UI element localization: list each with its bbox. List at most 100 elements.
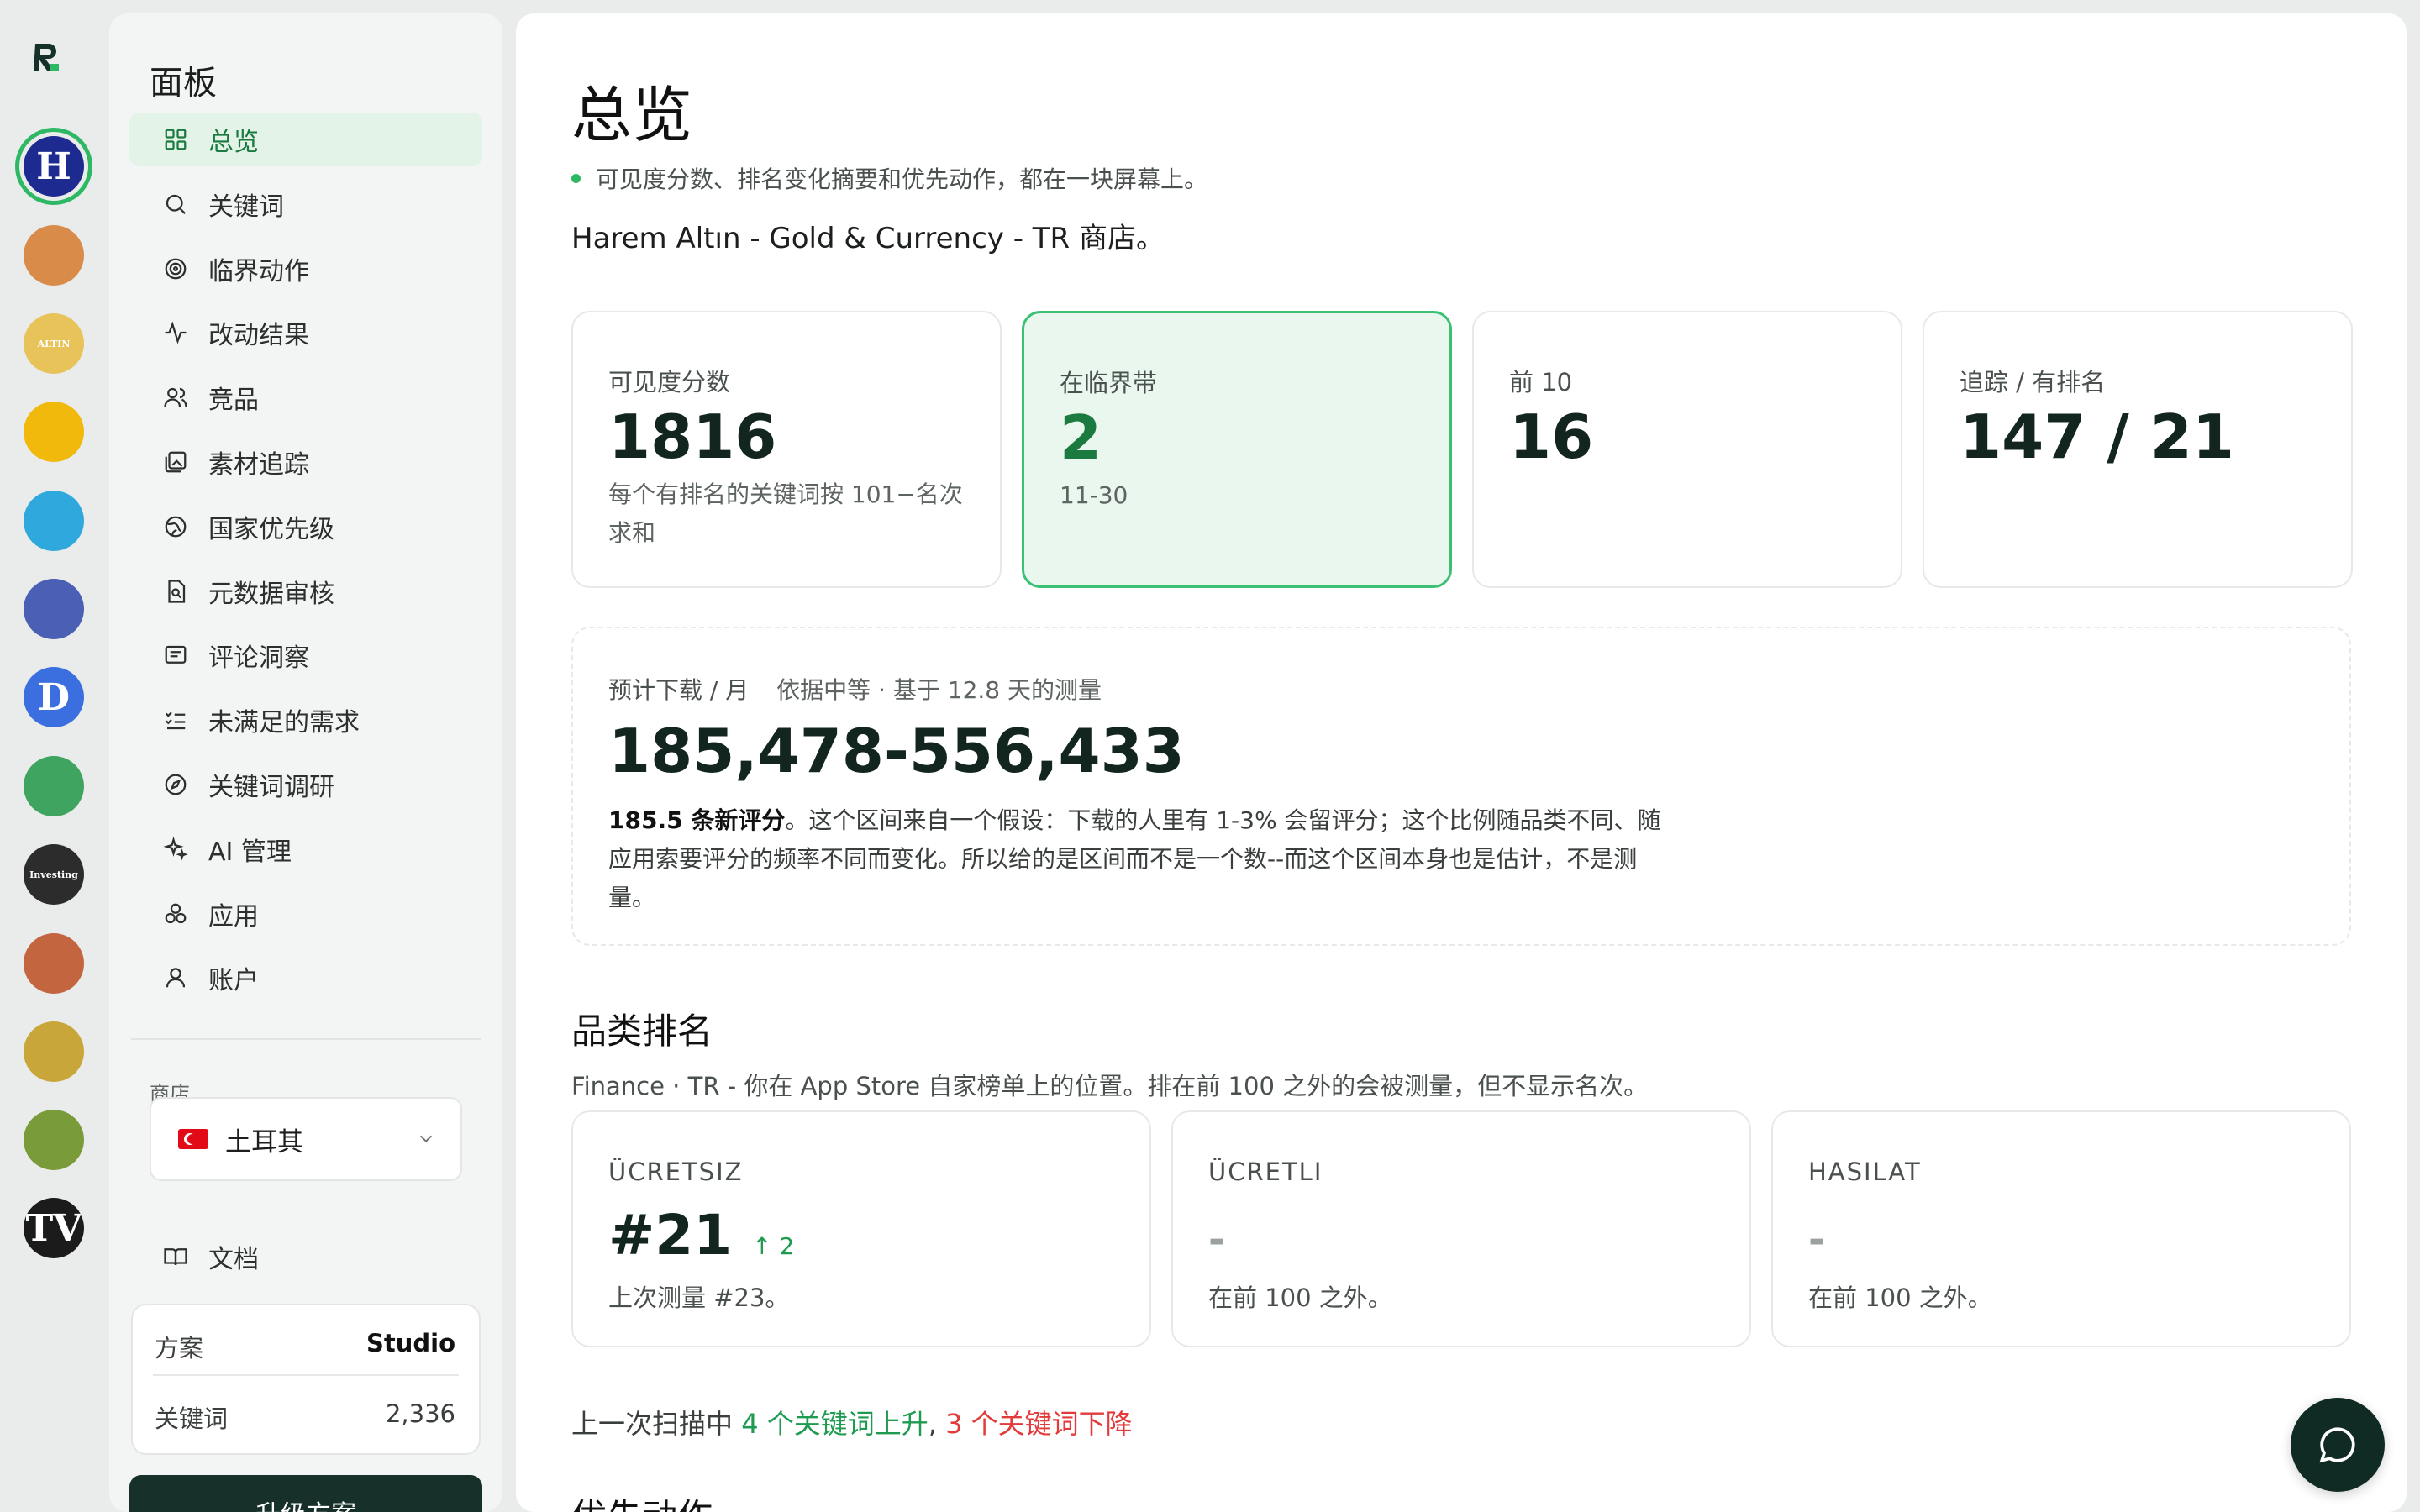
sidebar-item-keyword-research[interactable]: 关键词调研: [129, 758, 482, 811]
chat-bubble-icon: [2319, 1427, 2355, 1463]
sidebar-item-label: 账户: [208, 966, 259, 996]
scan-summary: 上一次扫描中 4 个关键词上升, 3 个关键词下降: [571, 1403, 1133, 1441]
sidebar-item-label: AI 管理: [208, 837, 292, 867]
rail-app-avatar[interactable]: ALTIN: [24, 313, 84, 374]
store-line: Harem Altın - Gold & Currency - TR 商店。: [571, 222, 1165, 255]
target-icon: [163, 256, 188, 281]
rail-app-glyph: D: [37, 675, 71, 719]
rank-label: ÜCRETSIZ: [608, 1158, 744, 1186]
rail-app-glyph: Investing: [29, 869, 78, 880]
sidebar-item-change-results[interactable]: 改动结果: [129, 306, 482, 360]
rail-app-avatar[interactable]: [24, 933, 84, 994]
app-rail: H ALTIN D Investing TV: [0, 0, 109, 1512]
sidebar-item-label: 未满足的需求: [208, 708, 360, 738]
rank-value: -: [1208, 1216, 1225, 1263]
plan-value: Studio: [366, 1329, 455, 1357]
sidebar-item-keywords[interactable]: 关键词: [129, 177, 482, 231]
sidebar-item-metadata-review[interactable]: 元数据审核: [129, 564, 482, 618]
stat-value: 1816: [608, 402, 777, 472]
rail-app-avatar[interactable]: [24, 579, 84, 639]
rank-note: 在前 100 之外。: [1208, 1284, 1392, 1312]
sidebar-item-critical-actions[interactable]: 临界动作: [129, 242, 482, 296]
upgrade-plan-button[interactable]: 升级方案: [129, 1475, 482, 1512]
sidebar-item-ai-management[interactable]: AI 管理: [129, 822, 482, 876]
file-search-icon: [163, 579, 188, 604]
apps-icon: [163, 901, 188, 927]
rail-app-avatar[interactable]: [24, 1110, 84, 1170]
compass-icon: [163, 772, 188, 797]
sidebar-item-review-insights[interactable]: 评论洞察: [129, 628, 482, 682]
sidebar-item-label: 改动结果: [208, 321, 309, 351]
sidebar-item-overview[interactable]: 总览: [129, 113, 482, 166]
rail-app-avatar[interactable]: [24, 491, 84, 551]
sidebar-item-label: 素材追踪: [208, 449, 309, 480]
rank-label: HASILAT: [1808, 1158, 1922, 1186]
rank-note: 在前 100 之外。: [1808, 1284, 1992, 1312]
rail-app-avatar[interactable]: [24, 402, 84, 462]
sidebar: 面板 总览 关键词 临界动作 改动结果 竞品 素材追踪 国家优先级 元数据审核 …: [109, 13, 502, 1512]
rail-app-avatar[interactable]: [24, 756, 84, 816]
sidebar-item-label: 应用: [208, 901, 259, 932]
tracked-ranked-card: 追踪 / 有排名 147 / 21: [1923, 311, 2353, 588]
download-label: 预计下载 / 月 依据中等 · 基于 12.8 天的测量: [608, 672, 1102, 706]
download-estimate-card: 预计下载 / 月 依据中等 · 基于 12.8 天的测量 185,478-556…: [571, 627, 2351, 946]
download-label-text: 预计下载 / 月: [608, 676, 750, 704]
keywords-up[interactable]: 4 个关键词上升: [741, 1408, 929, 1440]
sidebar-item-docs[interactable]: 文档: [163, 1238, 259, 1275]
rail-app-glyph: ALTIN: [37, 338, 71, 349]
activity-icon: [163, 320, 188, 345]
stat-value: 2: [1060, 402, 1102, 473]
rail-app-avatar[interactable]: [24, 225, 84, 286]
chat-button[interactable]: [2291, 1398, 2385, 1492]
rank-value: #21 ↑ 2: [608, 1203, 794, 1268]
sidebar-item-unmet-needs[interactable]: 未满足的需求: [129, 693, 482, 747]
status-dot-icon: [571, 173, 581, 183]
search-icon: [163, 192, 188, 217]
stat-label: 可见度分数: [608, 368, 731, 396]
sidebar-item-label: 竞品: [208, 386, 259, 416]
stat-label: 前 10: [1509, 368, 1573, 396]
sidebar-item-asset-tracking[interactable]: 素材追踪: [129, 435, 482, 489]
plan-label: 方案: [155, 1334, 204, 1362]
stat-label: 追踪 / 有排名: [1960, 368, 2106, 396]
stat-note: 每个有排名的关键词按 101−名次 求和: [608, 480, 963, 547]
keywords-down[interactable]: 3 个关键词下降: [945, 1408, 1133, 1440]
sidebar-item-competitors[interactable]: 竞品: [129, 370, 482, 424]
brand-logo-icon[interactable]: [30, 40, 64, 74]
sparkles-icon: [163, 836, 188, 862]
stat-value: 147 / 21: [1960, 402, 2234, 472]
images-icon: [163, 449, 188, 475]
rank-number: #21: [608, 1203, 733, 1268]
sidebar-item-label: 临界动作: [208, 256, 309, 286]
top-10-card: 前 10 16: [1472, 311, 1902, 588]
stat-label: 在临界带: [1060, 369, 1158, 397]
sidebar-item-country-priority[interactable]: 国家优先级: [129, 500, 482, 554]
download-meta: 依据中等 · 基于 12.8 天的测量: [776, 676, 1102, 704]
rail-app-avatar[interactable]: TV: [24, 1198, 84, 1258]
rail-app-avatar[interactable]: D: [24, 667, 84, 727]
plan-divider: [153, 1374, 459, 1376]
users-icon: [163, 385, 188, 410]
docs-label: 文档: [208, 1245, 259, 1274]
keywords-label: 关键词: [155, 1404, 229, 1433]
store-select[interactable]: 土耳其: [150, 1097, 462, 1181]
keywords-row: 关键词 2,336: [155, 1399, 455, 1435]
rail-app-avatar[interactable]: H: [24, 136, 84, 197]
critical-band-card[interactable]: 在临界带 2 11-30: [1022, 311, 1452, 588]
turkey-flag-icon: [178, 1129, 208, 1149]
rail-app-avatar[interactable]: Investing: [24, 844, 84, 905]
rank-note: 上次测量 #23。: [608, 1284, 790, 1312]
rail-app-avatar[interactable]: [24, 1021, 84, 1082]
sidebar-item-label: 评论洞察: [208, 643, 309, 674]
page-title: 总览: [571, 80, 693, 150]
rank-card-paid: ÜCRETLI - 在前 100 之外。: [1171, 1110, 1751, 1347]
store-select-value: 土耳其: [225, 1126, 303, 1158]
rail-app-glyph: H: [36, 144, 71, 188]
keywords-value: 2,336: [385, 1399, 455, 1428]
sidebar-item-apps[interactable]: 应用: [129, 887, 482, 941]
new-ratings: 185.5 条新评分: [608, 806, 786, 834]
priority-actions-title: 优先动作: [571, 1488, 713, 1512]
sidebar-item-account[interactable]: 账户: [129, 951, 482, 1005]
subtitle-text: 可见度分数、排名变化摘要和优先动作，都在一块屏幕上。: [596, 165, 1208, 193]
sidebar-nav: 总览 关键词 临界动作 改动结果 竞品 素材追踪 国家优先级 元数据审核 评论洞…: [129, 113, 482, 1016]
